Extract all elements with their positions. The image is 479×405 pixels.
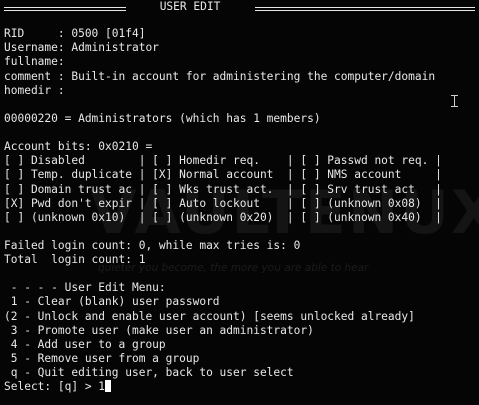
prompt-input[interactable]: 1: [98, 380, 105, 393]
watermark-quote: quieter you become, the more you are abl…: [98, 262, 369, 274]
menu-item-promote-user: 3 - Promote user (make user an administr…: [4, 324, 314, 337]
menu-item-remove-from-group: 5 - Remove user from a group: [4, 352, 200, 365]
comment-line: comment : Built-in account for administe…: [4, 70, 436, 83]
menu-item-add-to-group: 4 - Add user to a group: [4, 338, 166, 351]
title-rule-left: [4, 7, 126, 11]
username-line: Username: Administrator: [4, 41, 159, 54]
menu-item-unlock-account: (2 - Unlock and enable user account) [se…: [4, 310, 415, 323]
fullname-line: fullname:: [4, 55, 65, 68]
menu-header: - - - - User Edit Menu:: [4, 281, 166, 294]
total-login-line: Total login count: 1: [4, 253, 146, 266]
title-rule-right: [255, 7, 475, 11]
block-cursor-icon: [105, 380, 112, 392]
account-bits-row: [X] Pwd don't expir | [ ] Auto lockout |…: [4, 197, 442, 210]
prompt-label: Select: [q] >: [4, 380, 99, 393]
screen-title: USER EDIT: [159, 0, 221, 13]
terminal-window[interactable]: VAULTENUX quieter you become, the more y…: [0, 0, 479, 405]
account-bits-row: [ ] (unknown 0x10) | [ ] (unknown 0x20) …: [4, 211, 442, 224]
command-prompt[interactable]: Select: [q] > 1: [4, 380, 112, 394]
menu-item-clear-password: 1 - Clear (blank) user password: [4, 295, 220, 308]
account-bits-row: [ ] Temp. duplicate | [X] Normal account…: [4, 168, 442, 181]
group-membership-line: 00000220 = Administrators (which has 1 m…: [4, 112, 321, 125]
account-bits-row: [ ] Disabled | [ ] Homedir req. | [ ] Pa…: [4, 154, 442, 167]
failed-login-line: Failed login count: 0, while max tries i…: [4, 239, 301, 252]
homedir-line: homedir :: [4, 84, 65, 97]
account-bits-header: Account bits: 0x0210 =: [4, 140, 153, 153]
menu-item-quit: q - Quit editing user, back to user sele…: [4, 366, 294, 379]
rid-line: RID : 0500 [01f4]: [4, 27, 146, 40]
ibeam-cursor-icon: [451, 95, 458, 107]
account-bits-row: [ ] Domain trust ac | [ ] Wks trust act.…: [4, 183, 442, 196]
